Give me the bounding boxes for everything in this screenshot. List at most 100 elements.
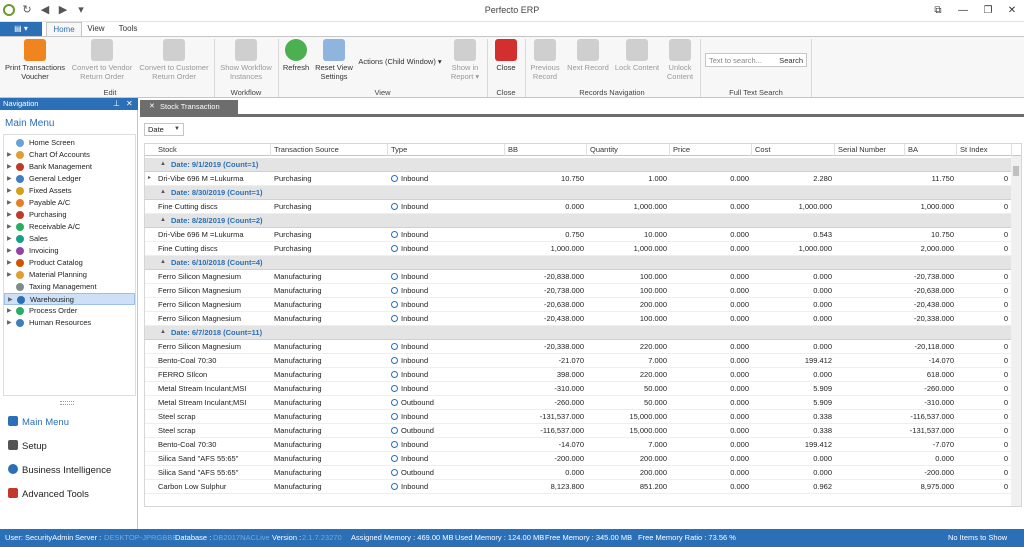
transaction-type-icon [391, 385, 398, 392]
convert-customer-return-button[interactable]: Convert to Customer Return Order [138, 39, 210, 81]
convert-vendor-return-button[interactable]: Convert to Vendor Return Order [70, 39, 134, 81]
refresh-button[interactable]: Refresh [281, 39, 311, 72]
table-row[interactable]: Bento-Coal 70:30 Manufacturing Inbound -14.… [145, 438, 1015, 452]
tree-item-purchasing[interactable]: ▶ Purchasing [4, 209, 135, 221]
tree-item-taxing-management[interactable]: Taxing Management [4, 281, 135, 293]
cell-transaction-source: Manufacturing [274, 426, 322, 435]
minimize-button[interactable]: — [955, 3, 971, 19]
arrow-left-icon [534, 39, 556, 61]
column-bb[interactable]: BB [505, 144, 587, 156]
group-row[interactable]: ▲ Date: 6/10/2018 (Count=4) [145, 256, 1015, 270]
restore-button[interactable]: ❐ [980, 3, 996, 19]
table-row[interactable]: ▸ Dri-Vibe 696 M =Lukurma Purchasing Inboun… [145, 172, 1015, 186]
column-st-index[interactable]: St Index [957, 144, 1012, 156]
group-by-dropdown[interactable]: Date ▼ [144, 123, 184, 136]
tree-item-receivable[interactable]: ▶ Receivable A/C [4, 221, 135, 233]
table-row[interactable]: Steel scrap Manufacturing Inbound -131,537.… [145, 410, 1015, 424]
table-row[interactable]: Ferro Silicon Magnesium Manufacturing Inbo… [145, 270, 1015, 284]
column-type[interactable]: Type [388, 144, 505, 156]
tab-stock-transaction[interactable]: ✕ Stock Transaction [140, 100, 238, 114]
collapse-group-icon[interactable]: ▲ [160, 329, 166, 335]
close-pane-icon[interactable]: ✕ [126, 98, 133, 110]
tree-item-payable[interactable]: ▶ Payable A/C [4, 197, 135, 209]
group-row[interactable]: ▲ Date: 8/30/2019 (Count=1) [145, 186, 1015, 200]
lock-content-button[interactable]: Lock Content [614, 39, 660, 72]
table-row[interactable]: Fine Cutting discs Purchasing Inbound 0.000… [145, 200, 1015, 214]
previous-record-button[interactable]: Previous Record [528, 39, 562, 81]
tab-home[interactable]: Home [46, 22, 82, 36]
table-row[interactable]: Metal Stream Inculant;MSI Manufacturing In… [145, 382, 1015, 396]
table-row[interactable]: Fine Cutting discs Purchasing Inbound 1,000… [145, 242, 1015, 256]
group-row[interactable]: ▲ Date: 6/7/2018 (Count=11) [145, 326, 1015, 340]
column-quantity[interactable]: Quantity [587, 144, 670, 156]
collapse-group-icon[interactable]: ▲ [160, 259, 166, 265]
unlock-content-button[interactable]: Unlock Content [664, 39, 696, 81]
grid-vertical-scrollbar[interactable] [1011, 156, 1021, 506]
close-button[interactable]: Close [491, 39, 521, 72]
file-menu-button[interactable]: ▤ ▾ [0, 22, 42, 36]
column-price[interactable]: Price [670, 144, 752, 156]
column-cost[interactable]: Cost [752, 144, 835, 156]
scrollbar-thumb[interactable] [1013, 166, 1019, 176]
group-row[interactable]: ▲ Date: 8/28/2019 (Count=2) [145, 214, 1015, 228]
cell-price: 0.000 [730, 342, 749, 351]
full-text-search-input[interactable]: Text to search... Search [705, 53, 807, 67]
tree-item-process-order[interactable]: ▶ Process Order [4, 305, 135, 317]
next-record-button[interactable]: Next Record [566, 39, 610, 72]
close-window-button[interactable]: ✕ [1004, 3, 1020, 19]
table-row[interactable]: Ferro Silicon Magnesium Manufacturing Inbo… [145, 298, 1015, 312]
tree-item-chart-of-accounts[interactable]: ▶ Chart Of Accounts [4, 149, 135, 161]
show-workflow-instances-button[interactable]: Show Workflow Instances [218, 39, 274, 81]
table-row[interactable]: Carbon Low Sulphur Manufacturing Inbound 8,… [145, 480, 1015, 494]
tree-item-home-screen[interactable]: Home Screen [4, 137, 135, 149]
cell-quantity: 7.000 [648, 356, 667, 365]
tree-item-general-ledger[interactable]: ▶ General Ledger [4, 173, 135, 185]
print-transactions-voucher-button[interactable]: Print Transactions Voucher [3, 39, 67, 81]
column-ba[interactable]: BA [905, 144, 957, 156]
collapse-group-icon[interactable]: ▲ [160, 217, 166, 223]
tree-item-material-planning[interactable]: ▶ Material Planning [4, 269, 135, 281]
column-transaction-source[interactable]: Transaction Source [271, 144, 388, 156]
column-serial-number[interactable]: Serial Number [835, 144, 905, 156]
table-row[interactable]: Dri-Vibe 696 M =Lukurma Purchasing Inbound… [145, 228, 1015, 242]
pin-window-icon[interactable]: ⧉ [930, 3, 946, 19]
table-row[interactable]: Bento-Coal 70:30 Manufacturing Inbound -21.… [145, 354, 1015, 368]
collapse-group-icon[interactable]: ▲ [160, 189, 166, 195]
tab-tools[interactable]: Tools [114, 22, 142, 36]
pin-pane-icon[interactable]: ⊥ [113, 98, 120, 110]
table-row[interactable]: Ferro Silicon Magnesium Manufacturing Inbo… [145, 340, 1015, 354]
table-row[interactable]: Ferro Silicon Magnesium Manufacturing Inbo… [145, 312, 1015, 326]
table-row[interactable]: Ferro Silicon Magnesium Manufacturing Inbo… [145, 284, 1015, 298]
nav-main-menu[interactable]: Main Menu [8, 416, 69, 428]
column-stock[interactable]: Stock [155, 144, 271, 156]
tree-item-human-resources[interactable]: ▶ Human Resources [4, 317, 135, 329]
tree-item-sales[interactable]: ▶ Sales [4, 233, 135, 245]
tree-item-product-catalog[interactable]: ▶ Product Catalog [4, 257, 135, 269]
table-row[interactable]: Silica Sand "AFS 55:65" Manufacturing Outb… [145, 466, 1015, 480]
table-row[interactable]: Silica Sand "AFS 55:65" Manufacturing Inbo… [145, 452, 1015, 466]
actions-child-window-dropdown[interactable]: Actions (Child Window) ▾ [358, 57, 442, 66]
show-in-report-button[interactable]: Show in Report ▾ [446, 39, 484, 81]
ribbon-tab-strip [0, 22, 1024, 36]
tab-view[interactable]: View [84, 22, 108, 36]
tree-item-warehousing[interactable]: ▶ Warehousing [4, 293, 135, 305]
tree-item-invoicing[interactable]: ▶ Invoicing [4, 245, 135, 257]
search-button[interactable]: Search [779, 56, 803, 65]
table-row[interactable]: Metal Stream Inculant;MSI Manufacturing Ou… [145, 396, 1015, 410]
reset-view-settings-button[interactable]: Reset View Settings [314, 39, 354, 81]
pane-splitter[interactable] [60, 401, 74, 405]
cell-stock: Metal Stream Inculant;MSI [158, 398, 247, 407]
nav-business-intelligence[interactable]: Business Intelligence [8, 464, 111, 476]
group-row[interactable]: ▲ Date: 9/1/2019 (Count=1) [145, 158, 1015, 172]
close-tab-icon[interactable]: ✕ [149, 100, 155, 114]
cell-st-index: 0 [1003, 286, 1008, 295]
nav-advanced-tools[interactable]: Advanced Tools [8, 488, 89, 500]
table-row[interactable]: Steel scrap Manufacturing Outbound -116,537… [145, 424, 1015, 438]
table-row[interactable]: FERRO SIlcon Manufacturing Inbound 398.000 2… [145, 368, 1015, 382]
collapse-group-icon[interactable]: ▲ [160, 161, 166, 167]
cell-price: 0.000 [730, 454, 749, 463]
sales-icon [16, 235, 24, 243]
tree-item-fixed-assets[interactable]: ▶ Fixed Assets [4, 185, 135, 197]
tree-item-bank-management[interactable]: ▶ Bank Management [4, 161, 135, 173]
nav-setup[interactable]: Setup [8, 440, 47, 452]
